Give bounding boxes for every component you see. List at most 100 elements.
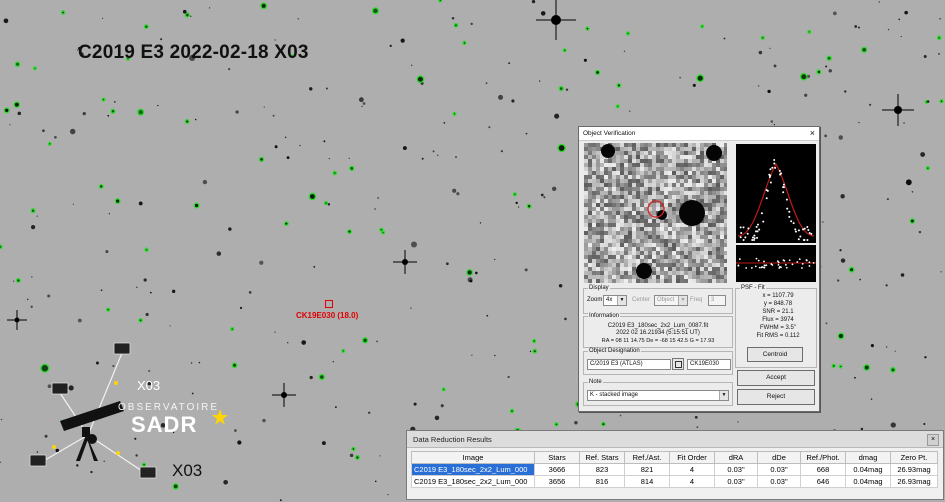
pixel bbox=[676, 187, 680, 191]
pixel bbox=[680, 199, 684, 203]
pixel bbox=[596, 227, 600, 231]
pixel bbox=[584, 203, 588, 207]
star bbox=[838, 333, 844, 339]
pixel bbox=[696, 175, 700, 179]
pixel bbox=[664, 239, 668, 243]
pixel bbox=[700, 275, 704, 279]
chevron-down-icon: ▼ bbox=[617, 296, 626, 305]
pixel bbox=[656, 271, 660, 275]
pixel bbox=[712, 179, 716, 183]
column-header-dmag[interactable]: dmag bbox=[845, 451, 891, 464]
column-header-dra[interactable]: dRA bbox=[714, 451, 758, 464]
column-header-ref-phot[interactable]: Ref./Phot. bbox=[800, 451, 846, 464]
star bbox=[531, 0, 536, 4]
pixel bbox=[708, 187, 712, 191]
star bbox=[619, 414, 622, 417]
star bbox=[26, 298, 29, 301]
psf-sample-point bbox=[771, 166, 774, 169]
accept-button[interactable]: Accept bbox=[737, 370, 815, 386]
pixel bbox=[716, 203, 720, 207]
star bbox=[320, 375, 324, 379]
pixel bbox=[624, 211, 628, 215]
pixel bbox=[640, 215, 644, 219]
close-icon[interactable]: × bbox=[810, 128, 815, 138]
chevron-down-icon: ▼ bbox=[678, 296, 687, 305]
pixel bbox=[708, 239, 712, 243]
pixel bbox=[608, 227, 612, 231]
pixel bbox=[692, 267, 696, 271]
star bbox=[627, 32, 629, 35]
star bbox=[923, 55, 927, 59]
pixel bbox=[604, 231, 608, 235]
pixel bbox=[584, 255, 588, 259]
pixel bbox=[648, 187, 652, 191]
pixel bbox=[700, 159, 704, 163]
star bbox=[507, 375, 510, 379]
pixel bbox=[720, 251, 724, 255]
star bbox=[508, 62, 511, 65]
pixel bbox=[700, 235, 704, 239]
pixel bbox=[636, 215, 640, 219]
center-select[interactable]: Object ▼ bbox=[654, 295, 688, 306]
pixel bbox=[608, 187, 612, 191]
designation-code-field[interactable]: CK19E030 bbox=[687, 359, 731, 370]
pixel bbox=[652, 259, 656, 263]
pixel bbox=[584, 219, 588, 223]
column-header-zero-pt[interactable]: Zero Pt. bbox=[890, 451, 938, 464]
pixel bbox=[596, 219, 600, 223]
pixel bbox=[704, 267, 708, 271]
star bbox=[299, 144, 301, 147]
column-header-dde[interactable]: dDe bbox=[757, 451, 801, 464]
centroid-button[interactable]: Centroid bbox=[747, 347, 803, 362]
pixel bbox=[604, 199, 608, 203]
pixel bbox=[632, 271, 636, 275]
pixel bbox=[620, 227, 624, 231]
pixel bbox=[716, 231, 720, 235]
object-zoom-image bbox=[584, 143, 727, 283]
pixel bbox=[648, 255, 652, 259]
star bbox=[105, 250, 109, 254]
pixel bbox=[668, 259, 672, 263]
pixel bbox=[632, 223, 636, 227]
pixel bbox=[692, 251, 696, 255]
star bbox=[171, 289, 176, 294]
column-header-image[interactable]: Image bbox=[411, 451, 535, 464]
star bbox=[100, 185, 103, 188]
star bbox=[149, 291, 152, 294]
pixel bbox=[592, 211, 596, 215]
pixel bbox=[596, 191, 600, 195]
pixel bbox=[616, 279, 620, 283]
pixel bbox=[656, 203, 660, 207]
pixel bbox=[636, 231, 640, 235]
pixel bbox=[652, 255, 656, 259]
copy-button[interactable] bbox=[672, 358, 684, 370]
pixel bbox=[620, 223, 624, 227]
zoom-select[interactable]: 4x ▼ bbox=[603, 295, 627, 306]
column-header-fit-order[interactable]: Fit Order bbox=[669, 451, 715, 464]
pixel bbox=[704, 271, 708, 275]
table-row[interactable]: C2019 E3_180sec_2x2_Lum_000 3656 816 814… bbox=[411, 475, 938, 488]
close-icon[interactable]: × bbox=[927, 434, 939, 446]
pixel bbox=[700, 267, 704, 271]
pixel bbox=[600, 243, 604, 247]
pixel bbox=[588, 191, 592, 195]
note-select[interactable]: K - stacked image ▼ bbox=[587, 390, 729, 401]
designation-name-field[interactable]: C/2019 E3 (ATLAS) bbox=[587, 359, 671, 370]
pixel bbox=[600, 275, 604, 279]
pixel bbox=[668, 231, 672, 235]
pixel bbox=[608, 159, 612, 163]
pixel bbox=[636, 159, 640, 163]
star bbox=[697, 75, 703, 81]
star bbox=[239, 306, 243, 310]
reject-button[interactable]: Reject bbox=[737, 389, 815, 405]
table-row[interactable]: C2019 E3_180sec_2x2_Lum_000 3666 823 821… bbox=[411, 463, 938, 476]
star bbox=[463, 42, 466, 44]
pixel bbox=[632, 147, 636, 151]
freq-stepper[interactable]: 3 bbox=[708, 295, 726, 306]
pixel bbox=[668, 219, 672, 223]
pixel bbox=[620, 263, 624, 267]
column-header-stars[interactable]: Stars bbox=[534, 451, 580, 464]
column-header-ref-ast[interactable]: Ref./Ast. bbox=[624, 451, 670, 464]
pixel bbox=[600, 259, 604, 263]
column-header-ref-stars[interactable]: Ref. Stars bbox=[579, 451, 625, 464]
